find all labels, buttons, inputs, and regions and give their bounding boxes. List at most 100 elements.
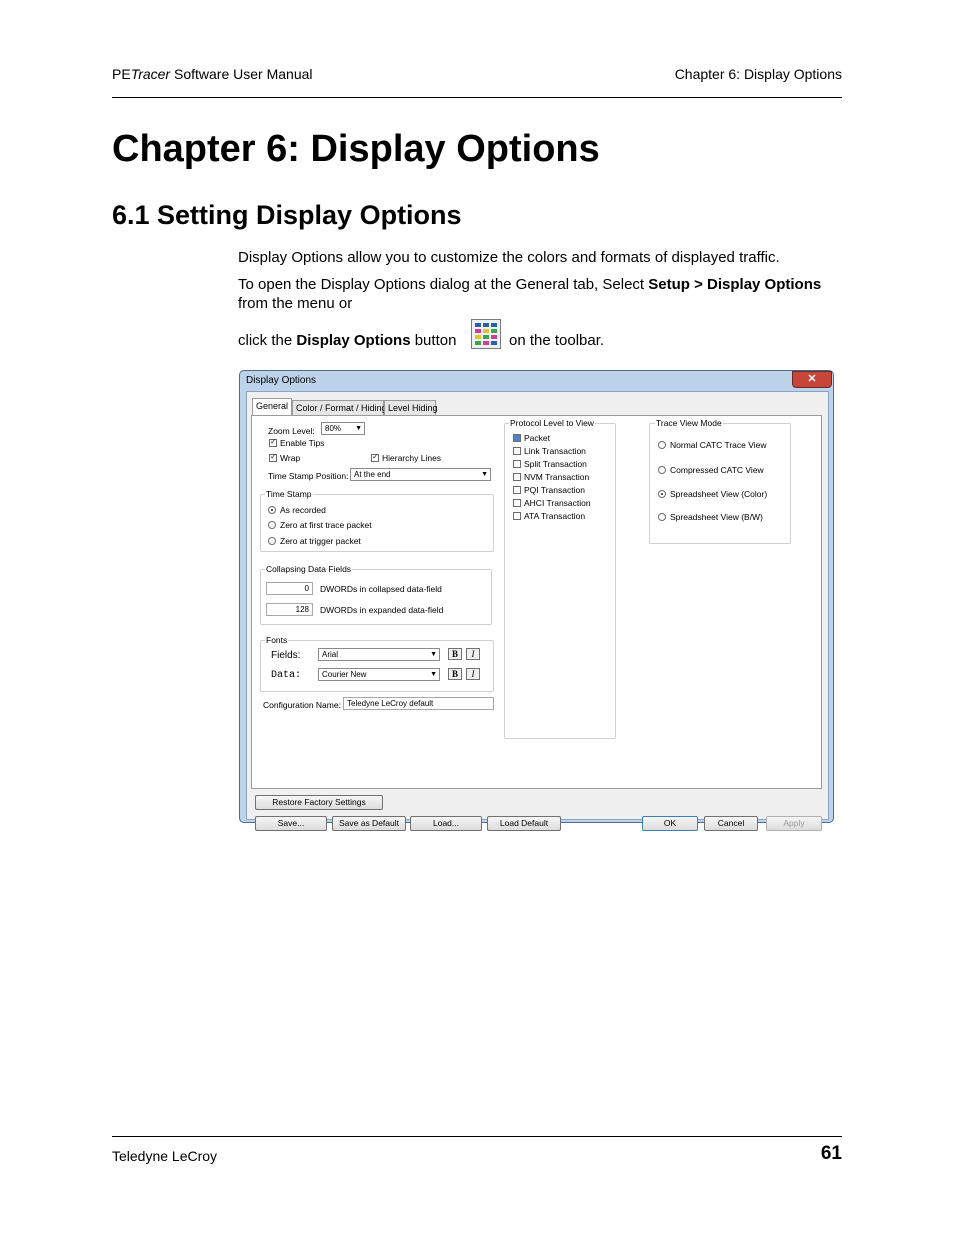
ok-button[interactable]: OK: [642, 816, 698, 831]
cancel-button[interactable]: Cancel: [704, 816, 758, 831]
header-rule: [112, 97, 842, 98]
header-suffix: Software User Manual: [170, 66, 313, 82]
protocol-checkbox-pqi[interactable]: [513, 486, 521, 494]
enable-tips-checkbox[interactable]: [269, 437, 277, 447]
para2-post: from the menu or: [238, 295, 353, 312]
hierarchy-lines-label: Hierarchy Lines: [382, 453, 442, 463]
dropdown-arrow-icon: ▼: [355, 425, 362, 432]
para3-pre: click the: [238, 332, 297, 349]
para3-mid: button: [410, 332, 457, 349]
zoom-select[interactable]: 80% ▼: [321, 422, 365, 435]
collapsing-group: [260, 569, 492, 625]
header-prefix: PE: [112, 66, 131, 82]
timestamp-position-select[interactable]: At the end ▼: [350, 468, 491, 481]
para2-bold: Setup > Display Options: [648, 276, 822, 293]
fields-font-value: Arial: [322, 650, 339, 659]
footer-rule: [112, 1136, 842, 1137]
protocol-level-label: ATA Transaction: [524, 511, 586, 521]
para2-pre: To open the Display Options dialog at th…: [238, 276, 649, 293]
zoom-value: 80%: [325, 424, 342, 433]
header-italic: Tracer: [130, 66, 171, 82]
expanded-dwords-input[interactable]: 128: [266, 603, 313, 616]
page-number: 61: [820, 1143, 842, 1164]
save-button[interactable]: Save...: [255, 816, 327, 831]
trace-mode-label: Spreadsheet View (Color): [670, 489, 768, 499]
general-panel: Zoom Level: 80% ▼ Enable Tips Wrap Hierar…: [251, 415, 822, 789]
timestamp-position-value: At the end: [354, 470, 391, 479]
dialog-client: General Color / Format / Hiding Level Hi…: [246, 391, 829, 831]
paragraph-intro: Display Options allow you to customize t…: [238, 249, 780, 266]
timestamp-radio-as-recorded[interactable]: [268, 506, 276, 514]
chapter-title: Chapter 6: Display Options: [112, 128, 600, 170]
section-title: 6.1 Setting Display Options: [112, 200, 462, 230]
config-name-input[interactable]: Teledyne LeCroy default: [343, 697, 494, 710]
restore-factory-settings-button[interactable]: Restore Factory Settings: [255, 795, 383, 810]
trace-view-group-label: Trace View Mode: [655, 418, 723, 428]
tab-general[interactable]: General: [252, 398, 292, 416]
collapsed-dwords-label: DWORDs in collapsed data-field: [320, 584, 442, 594]
dropdown-arrow-icon: ▼: [481, 471, 488, 478]
trace-radio-spreadsheet-bw[interactable]: [658, 513, 666, 521]
protocol-checkbox-ata[interactable]: [513, 512, 521, 520]
fields-font-select[interactable]: Arial ▼: [318, 648, 440, 661]
fields-bold-button[interactable]: B: [448, 648, 462, 660]
zoom-label: Zoom Level:: [268, 426, 315, 436]
protocol-level-label: Split Transaction: [524, 459, 587, 469]
load-default-button[interactable]: Load Default: [487, 816, 561, 831]
running-header-chapter: Chapter 6: Display Options: [674, 66, 842, 82]
fonts-group-label: Fonts: [265, 635, 289, 645]
protocol-checkbox-packet[interactable]: [513, 434, 521, 442]
timestamp-group-label: Time Stamp: [265, 489, 313, 499]
trace-mode-label: Spreadsheet View (B/W): [670, 512, 763, 522]
close-button[interactable]: ✕: [792, 371, 832, 388]
protocol-level-label: Packet: [524, 433, 550, 443]
protocol-checkbox-link[interactable]: [513, 447, 521, 455]
dropdown-arrow-icon: ▼: [430, 671, 437, 678]
fields-label: Fields:: [271, 650, 301, 661]
load-button[interactable]: Load...: [410, 816, 482, 831]
protocol-level-label: AHCI Transaction: [524, 498, 591, 508]
collapsing-group-label: Collapsing Data Fields: [265, 564, 353, 574]
trace-mode-label: Normal CATC Trace View: [670, 440, 767, 450]
timestamp-option-label: Zero at trigger packet: [280, 536, 361, 546]
wrap-checkbox[interactable]: [269, 452, 277, 462]
data-label: Data:: [271, 670, 302, 681]
para3-bold: Display Options: [296, 332, 411, 349]
protocol-level-group: [504, 423, 616, 739]
running-header-title: PETracer Software User Manual: [112, 66, 313, 82]
protocol-level-label: Link Transaction: [524, 446, 586, 456]
display-options-icon: [471, 319, 501, 349]
protocol-level-label: NVM Transaction: [524, 472, 590, 482]
timestamp-radio-trigger-packet[interactable]: [268, 537, 276, 545]
trace-mode-label: Compressed CATC View: [670, 465, 764, 475]
protocol-checkbox-split[interactable]: [513, 460, 521, 468]
dialog-title: Display Options: [246, 375, 317, 386]
display-options-dialog: Display Options ✕ General Color / Format…: [239, 370, 834, 831]
config-name-label: Configuration Name:: [263, 700, 341, 710]
data-font-select[interactable]: Courier New ▼: [318, 668, 440, 681]
save-as-default-button[interactable]: Save as Default: [332, 816, 406, 831]
timestamp-option-label: As recorded: [280, 505, 326, 515]
para3-post: on the toolbar.: [509, 332, 605, 349]
apply-button[interactable]: Apply: [766, 816, 822, 831]
data-font-value: Courier New: [322, 670, 367, 679]
fields-italic-button[interactable]: I: [466, 648, 480, 660]
protocol-level-group-label: Protocol Level to View: [509, 418, 595, 428]
timestamp-option-label: Zero at first trace packet: [280, 520, 372, 530]
tab-color-format-hiding[interactable]: Color / Format / Hiding: [292, 400, 387, 415]
timestamp-radio-first-packet[interactable]: [268, 521, 276, 529]
tab-level-hiding[interactable]: Level Hiding: [384, 400, 438, 415]
data-italic-button[interactable]: I: [466, 668, 480, 680]
protocol-checkbox-ahci[interactable]: [513, 499, 521, 507]
protocol-level-label: PQI Transaction: [524, 485, 585, 495]
hierarchy-lines-checkbox[interactable]: [371, 452, 379, 462]
trace-radio-spreadsheet-color[interactable]: [658, 490, 666, 498]
protocol-checkbox-nvm[interactable]: [513, 473, 521, 481]
trace-radio-compressed[interactable]: [658, 466, 666, 474]
expanded-dwords-label: DWORDs in expanded data-field: [320, 605, 444, 615]
enable-tips-label: Enable Tips: [280, 438, 325, 448]
wrap-label: Wrap: [280, 453, 301, 463]
collapsed-dwords-input[interactable]: 0: [266, 582, 313, 595]
trace-radio-normal[interactable]: [658, 441, 666, 449]
data-bold-button[interactable]: B: [448, 668, 462, 680]
